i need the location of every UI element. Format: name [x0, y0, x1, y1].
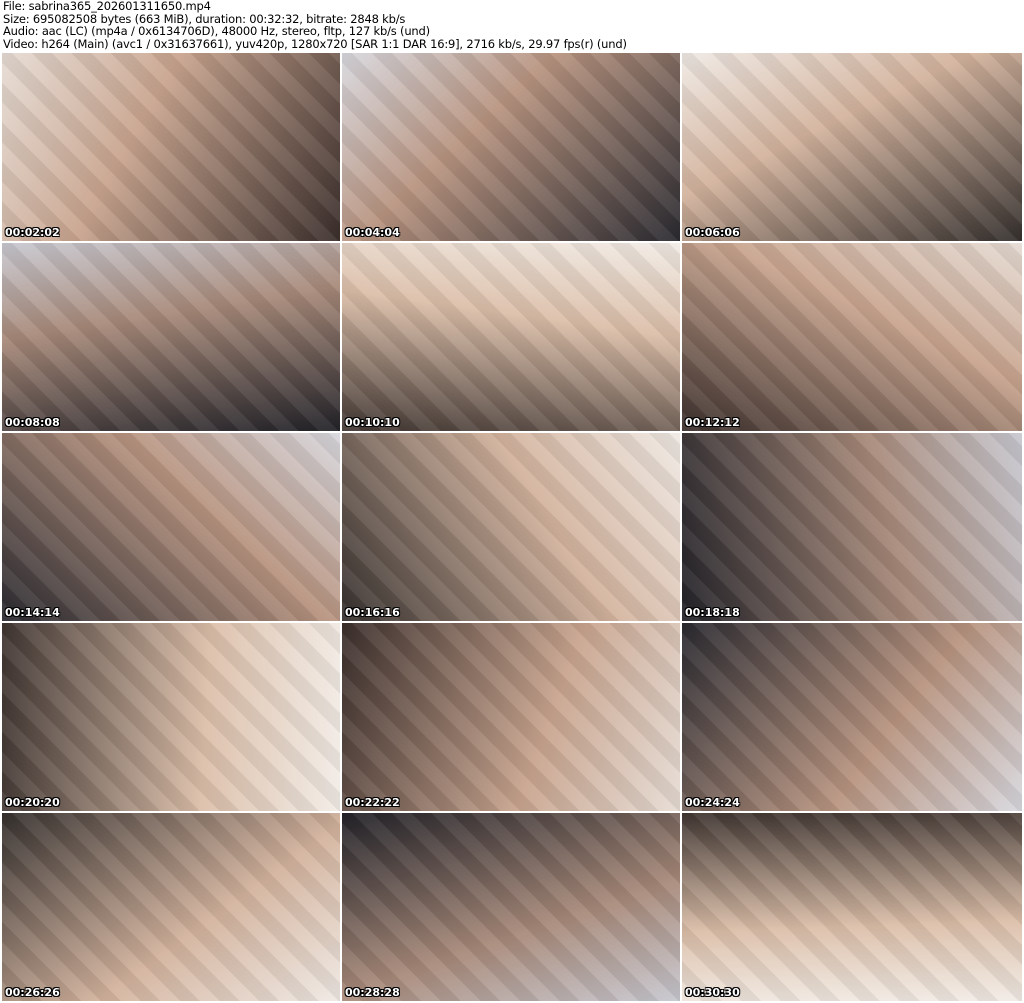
thumbnail-timestamp: 00:06:06: [685, 226, 740, 239]
thumbnail-timestamp: 00:10:10: [345, 416, 400, 429]
thumbnail-timestamp: 00:18:18: [685, 606, 740, 619]
video-thumbnail: 00:18:18: [682, 433, 1022, 621]
video-thumbnail: 00:06:06: [682, 53, 1022, 241]
video-thumbnail: 00:26:26: [2, 813, 340, 1001]
video-thumbnail: 00:24:24: [682, 623, 1022, 811]
thumbnail-timestamp: 00:26:26: [5, 986, 60, 999]
file-name: File: sabrina365_202601311650.mp4: [3, 0, 211, 13]
video-thumbnail: 00:12:12: [682, 243, 1022, 431]
thumbnail-timestamp: 00:24:24: [685, 796, 740, 809]
video-thumbnail: 00:16:16: [342, 433, 680, 621]
thumbnail-timestamp: 00:04:04: [345, 226, 400, 239]
video-thumbnail: 00:10:10: [342, 243, 680, 431]
thumbnail-grid: 00:02:02 00:04:04 00:06:06 00:08:08 00:10:10…: [2, 53, 1022, 1001]
thumbnail-timestamp: 00:20:20: [5, 796, 60, 809]
file-info: File: sabrina365_202601311650.mp4 Size: …: [3, 0, 627, 50]
video-thumbnail: 00:08:08: [2, 243, 340, 431]
video-info: Video: h264 (Main) (avc1 / 0x31637661), …: [3, 36, 627, 51]
video-thumbnail: 00:22:22: [342, 623, 680, 811]
thumbnail-timestamp: 00:28:28: [345, 986, 400, 999]
video-thumbnail: 00:20:20: [2, 623, 340, 811]
thumbnail-timestamp: 00:16:16: [345, 606, 400, 619]
video-thumbnail: 00:28:28: [342, 813, 680, 1001]
thumbnail-timestamp: 00:02:02: [5, 226, 60, 239]
video-thumbnail: 00:04:04: [342, 53, 680, 241]
thumbnail-timestamp: 00:14:14: [5, 606, 60, 619]
video-thumbnail: 00:14:14: [2, 433, 340, 621]
thumbnail-timestamp: 00:22:22: [345, 796, 400, 809]
thumbnail-timestamp: 00:08:08: [5, 416, 60, 429]
audio-info: Audio: aac (LC) (mp4a / 0x6134706D), 480…: [3, 24, 430, 38]
thumbnail-timestamp: 00:12:12: [685, 416, 740, 429]
video-thumbnail: 00:30:30: [682, 813, 1022, 1001]
video-thumbnail: 00:02:02: [2, 53, 340, 241]
thumbnail-timestamp: 00:30:30: [685, 986, 740, 999]
